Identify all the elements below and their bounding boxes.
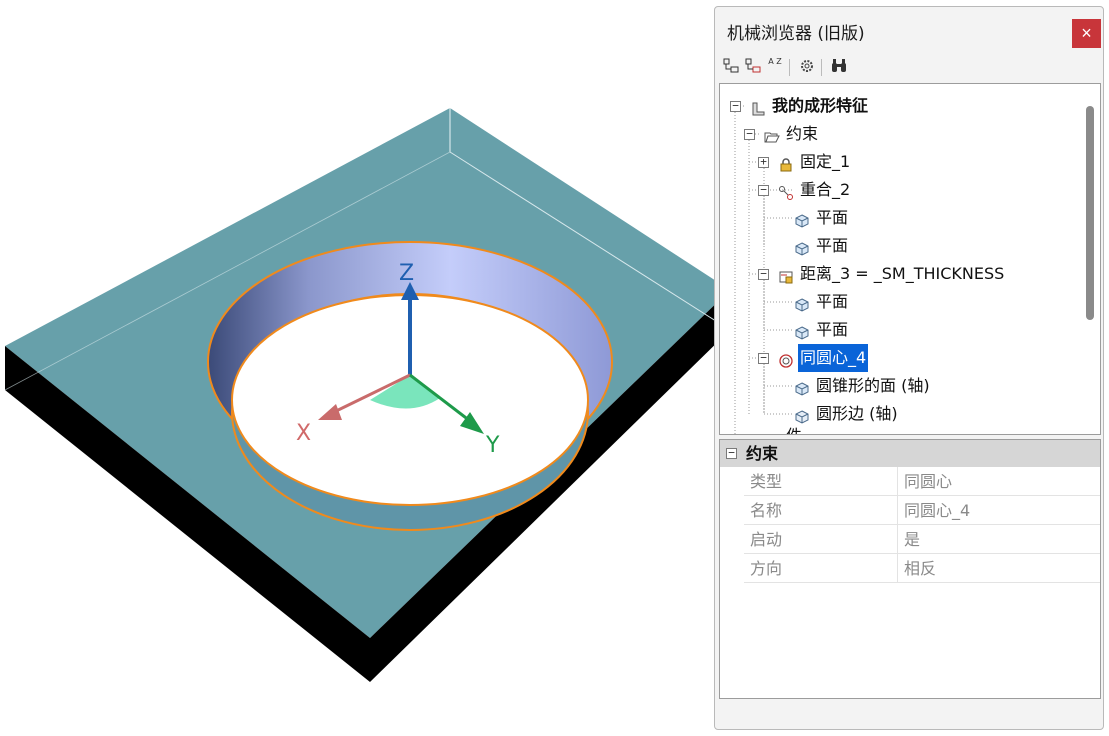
tree-item-plane[interactable]: 平面 <box>720 232 1070 260</box>
x-axis-label: X <box>296 421 311 446</box>
coincident-icon <box>778 182 794 200</box>
tree-item-fixed-1[interactable]: + 固定_1 <box>720 148 1070 176</box>
property-row-direction[interactable]: 方向 相反 <box>744 554 1100 583</box>
tree-collapse-icon[interactable] <box>743 57 763 77</box>
tree-item-label: 约束 <box>786 124 819 143</box>
property-row-type[interactable]: 类型 同圆心 <box>744 467 1100 496</box>
toolbar-separator <box>821 59 822 76</box>
tree-item-distance-3[interactable]: − 距离_3 = _SM_THICKNESS <box>720 260 1070 288</box>
property-value[interactable]: 同圆心_4 <box>904 496 970 525</box>
tree-item-plane[interactable]: 平面 <box>720 204 1070 232</box>
tree-item-label: 固定_1 <box>800 152 851 171</box>
collapse-toggle[interactable]: − <box>758 184 769 196</box>
column-divider <box>897 496 898 525</box>
tree-item-label: 我的成形特征 <box>772 96 869 115</box>
column-divider <box>897 467 898 496</box>
section-title: 约束 <box>746 444 779 463</box>
tree-item-cone-face[interactable]: 圆锥形的面 (轴) <box>720 372 1070 400</box>
browser-toolbar: A Z <box>721 57 921 79</box>
collapse-toggle[interactable]: − <box>726 447 737 459</box>
plane-cube-icon <box>794 210 810 228</box>
formed-feature-icon <box>750 98 766 116</box>
settings-gear-icon[interactable] <box>797 57 817 77</box>
property-row-enabled[interactable]: 启动 是 <box>744 525 1100 554</box>
tree-item-coincident-2[interactable]: − 重合_2 <box>720 176 1070 204</box>
y-axis-label: Y <box>485 433 500 458</box>
property-key: 启动 <box>750 530 783 549</box>
collapse-toggle[interactable]: − <box>730 100 741 112</box>
tree-item-label: 距离_3 = _SM_THICKNESS <box>800 264 1005 283</box>
binoculars-icon[interactable] <box>829 57 849 77</box>
property-key: 名称 <box>750 501 783 520</box>
property-value[interactable]: 相反 <box>904 554 936 583</box>
folder-open-icon <box>764 126 780 143</box>
collapse-toggle[interactable]: − <box>758 268 769 280</box>
close-button[interactable]: × <box>1072 19 1101 48</box>
tree-item-plane[interactable]: 平面 <box>720 316 1070 344</box>
properties-grid: − 约束 类型 同圆心 名称 同圆心_4 启动 是 方向 相反 <box>719 439 1101 699</box>
distance-lock-icon <box>778 266 794 284</box>
tree-item-concentric-4[interactable]: − 同圆心_4 <box>720 344 1070 372</box>
column-divider <box>897 554 898 583</box>
concentric-icon <box>778 350 794 368</box>
z-axis-label: Z <box>399 261 414 286</box>
lock-icon <box>778 154 794 172</box>
tree-item-root[interactable]: − 我的成形特征 <box>720 92 1070 120</box>
panel-title: 机械浏览器 (旧版) <box>727 24 865 44</box>
tree-item-label: 平面 <box>816 208 849 227</box>
column-divider <box>897 525 898 554</box>
tree-expand-icon[interactable] <box>721 57 741 77</box>
tree-item-label: 平面 <box>816 292 849 311</box>
collapse-toggle[interactable]: − <box>744 128 755 140</box>
plane-cube-icon <box>794 322 810 340</box>
tree-item-plane[interactable]: 平面 <box>720 288 1070 316</box>
tree-item-label: 重合_2 <box>800 180 851 199</box>
scrollbar-thumb[interactable] <box>1086 106 1094 320</box>
collapse-toggle[interactable]: − <box>758 352 769 364</box>
tree-item-constraints[interactable]: − 约束 <box>720 120 1070 148</box>
tree-item-label: 平面 <box>816 320 849 339</box>
sort-az-icon[interactable]: A Z <box>765 57 785 77</box>
property-key: 类型 <box>750 472 783 491</box>
property-value[interactable]: 同圆心 <box>904 467 952 496</box>
feature-tree[interactable]: − 我的成形特征 − 约束 + 固定_1 − 重合_2 平面 平面 − 距离_3… <box>719 83 1101 435</box>
edge-cube-icon <box>794 406 810 424</box>
tree-item-label: 件 <box>786 422 802 434</box>
tree-item-label: 圆锥形的面 (轴) <box>816 376 930 395</box>
plane-cube-icon <box>794 238 810 256</box>
face-cube-icon <box>794 378 810 396</box>
expand-toggle[interactable]: + <box>758 156 769 168</box>
property-row-name[interactable]: 名称 同圆心_4 <box>744 496 1100 525</box>
tree-scrollbar[interactable] <box>1078 84 1100 434</box>
properties-section-header[interactable]: − 约束 <box>720 440 1100 467</box>
mechanical-browser-panel: 机械浏览器 (旧版) × A Z − 我的成形特征 − 约束 + 固定_1 − … <box>714 6 1104 730</box>
plane-cube-icon <box>794 294 810 312</box>
property-value[interactable]: 是 <box>904 525 920 554</box>
property-key: 方向 <box>750 559 783 578</box>
toolbar-separator <box>789 59 790 76</box>
tree-item-label-selected: 同圆心_4 <box>798 344 869 372</box>
tree-item-label: 平面 <box>816 236 849 255</box>
tree-item-partial[interactable]: 件 <box>720 422 1070 434</box>
